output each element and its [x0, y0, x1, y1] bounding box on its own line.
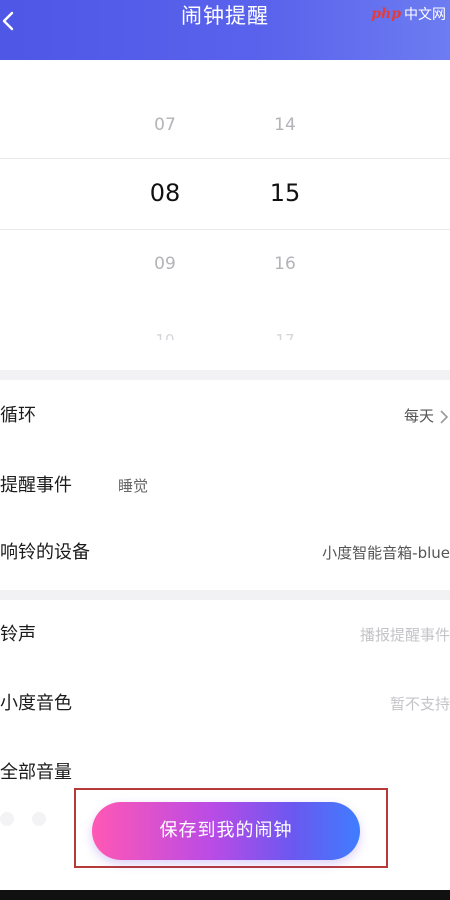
- section-divider: [0, 590, 450, 600]
- system-nav-bar: [0, 890, 450, 900]
- device-value: 小度智能音箱-blue: [322, 544, 450, 562]
- repeat-label: 循环: [0, 405, 36, 426]
- event-label: 提醒事件: [0, 475, 72, 496]
- picker-selection-band: [0, 158, 450, 230]
- event-value: 睡觉: [118, 477, 149, 495]
- watermark-logo: php: [371, 6, 401, 22]
- minute-option[interactable]: 17: [255, 328, 315, 340]
- device-label: 响铃的设备: [0, 542, 90, 563]
- volume-slider-dots: [0, 812, 46, 826]
- minute-option[interactable]: 16: [255, 254, 315, 274]
- minute-option[interactable]: 14: [255, 115, 315, 135]
- voice-value: 暂不支持: [389, 695, 450, 713]
- voice-row[interactable]: 小度音色 暂不支持: [0, 671, 450, 737]
- repeat-value-wrap: 每天: [404, 383, 450, 449]
- volume-label: 全部音量: [0, 762, 72, 783]
- event-row[interactable]: 提醒事件 睡觉: [0, 453, 450, 519]
- repeat-value: 每天: [403, 407, 434, 425]
- hour-option[interactable]: 09: [135, 254, 195, 274]
- slider-dot: [32, 812, 46, 826]
- save-alarm-button[interactable]: 保存到我的闹钟: [92, 802, 360, 860]
- ringtone-row[interactable]: 铃声 播报提醒事件: [0, 602, 450, 668]
- watermark: php 中文网: [371, 4, 446, 24]
- ringtone-label: 铃声: [0, 624, 36, 645]
- section-divider: [0, 370, 450, 380]
- chevron-right-icon: [440, 409, 449, 424]
- ringtone-value: 播报提醒事件: [359, 626, 450, 644]
- voice-label: 小度音色: [0, 693, 72, 714]
- header-bar: 闹钟提醒 php 中文网: [0, 0, 450, 60]
- time-picker[interactable]: 07 08 09 10 14 15 16 17: [0, 60, 450, 372]
- hour-selected[interactable]: 08: [135, 179, 195, 207]
- repeat-row[interactable]: 循环 每天: [0, 383, 450, 449]
- device-row[interactable]: 响铃的设备 小度智能音箱-blue: [0, 520, 450, 586]
- slider-dot: [0, 812, 14, 826]
- hour-option[interactable]: 07: [135, 115, 195, 135]
- minute-selected[interactable]: 15: [255, 179, 315, 207]
- hour-option[interactable]: 10: [135, 328, 195, 340]
- watermark-site: 中文网: [404, 7, 446, 23]
